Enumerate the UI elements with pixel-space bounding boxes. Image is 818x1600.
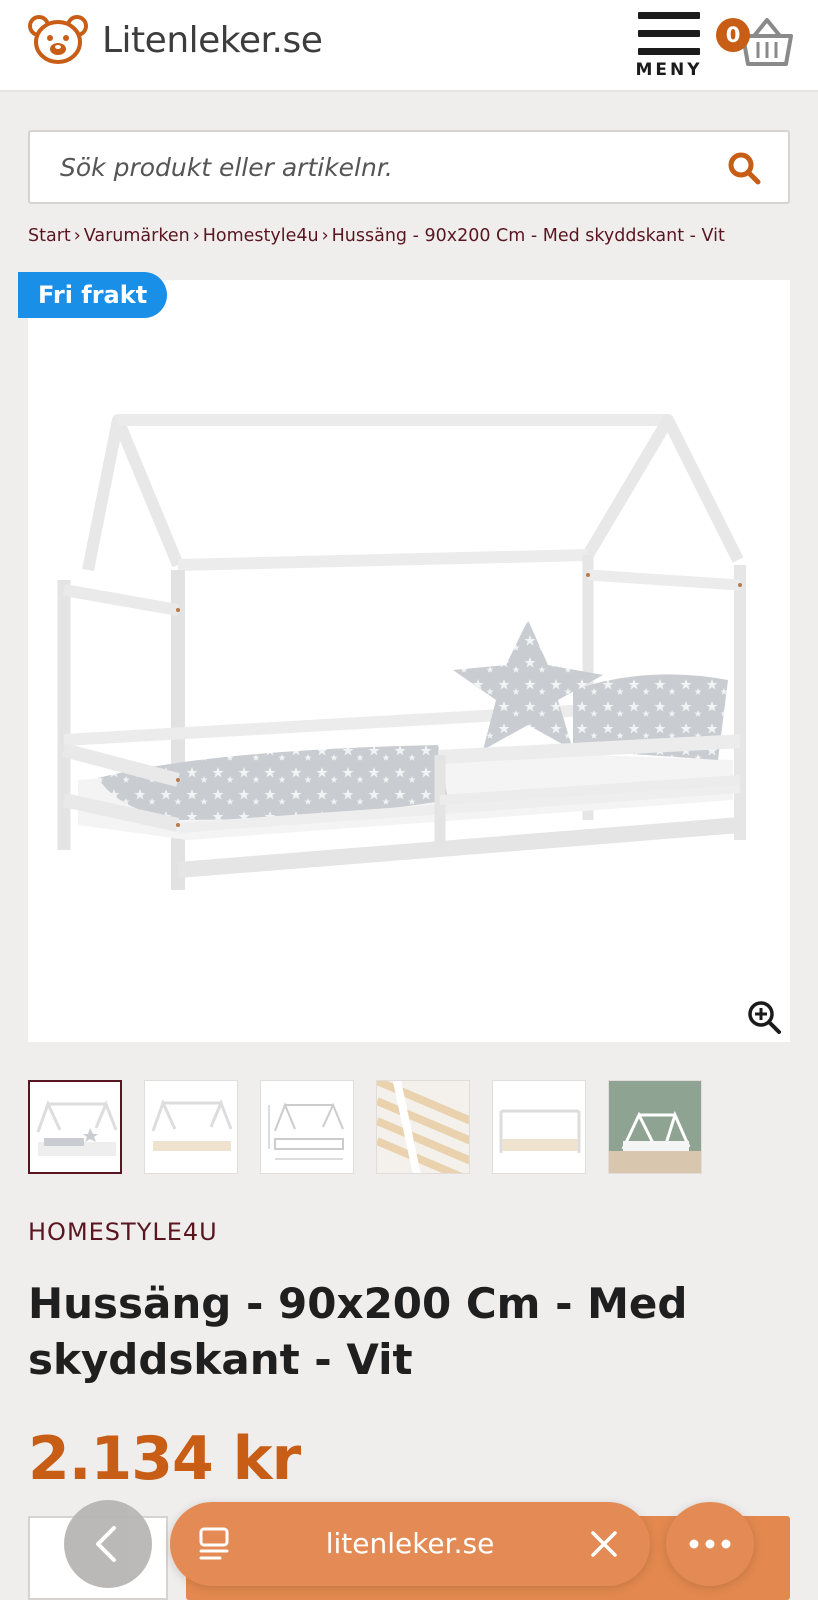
free-shipping-badge: Fri frakt	[18, 272, 168, 318]
teddy-bear-logo-icon	[28, 15, 88, 64]
breadcrumb-item-homestyle4u[interactable]: Homestyle4u	[203, 226, 319, 246]
zoom-in-icon[interactable]	[747, 1000, 781, 1034]
product-price: 2.134 kr	[28, 1424, 301, 1494]
thumbnail-1[interactable]	[28, 1080, 122, 1174]
browser-url-text: litenleker.se	[325, 1527, 495, 1560]
thumbnail-bed-slats-icon	[151, 1098, 233, 1151]
product-brand[interactable]: HOMESTYLE4U	[28, 1218, 218, 1246]
breadcrumb-separator: ›	[321, 226, 329, 246]
browser-more-button[interactable]	[666, 1502, 754, 1586]
breadcrumb-item-current[interactable]: Hussäng - 90x200 Cm - Med skyddskant - V…	[332, 226, 725, 246]
thumbnail-4[interactable]	[376, 1080, 470, 1174]
thumbnail-6[interactable]	[608, 1080, 702, 1174]
thumbnail-slats-closeup-icon	[377, 1081, 469, 1173]
product-main-image[interactable]	[28, 280, 790, 1042]
breadcrumb-item-start[interactable]: Start	[28, 226, 71, 246]
thumbnail-3[interactable]	[260, 1080, 354, 1174]
thumbnail-bed-side-icon	[499, 1109, 581, 1153]
house-bed-illustration	[57, 414, 746, 890]
breadcrumb: Start › Varumärken › Homestyle4u › Hussäng - 9…	[28, 226, 725, 246]
hamburger-icon	[638, 12, 700, 19]
search-input[interactable]	[60, 132, 680, 202]
thumbnail-bed-icon	[36, 1099, 118, 1156]
product-title: Hussäng - 90x200 Cm - Med skyddskant - V…	[28, 1279, 688, 1384]
hamburger-icon-bar	[638, 48, 700, 55]
hamburger-icon-bar	[638, 30, 700, 37]
thumbnail-2[interactable]	[144, 1080, 238, 1174]
site-logo[interactable]: Litenleker.se	[28, 14, 323, 66]
cart-count-badge: 0	[716, 18, 750, 52]
thumbnail-5[interactable]	[492, 1080, 586, 1174]
more-dots-icon	[689, 1539, 731, 1549]
close-icon[interactable]	[588, 1528, 620, 1560]
site-header: Litenleker.se MENY 0	[0, 0, 818, 92]
logo-text: Litenleker.se	[102, 19, 323, 61]
browser-address-bar[interactable]: litenleker.se	[170, 1502, 650, 1586]
breadcrumb-item-brands[interactable]: Varumärken	[84, 226, 190, 246]
search-icon[interactable]	[726, 150, 762, 186]
chevron-left-icon	[96, 1526, 116, 1562]
thumbnail-dimensions-icon	[268, 1102, 344, 1160]
search-bar	[28, 130, 790, 204]
browser-back-button[interactable]	[64, 1500, 152, 1588]
breadcrumb-separator: ›	[192, 226, 200, 246]
menu-button[interactable]: MENY	[634, 12, 704, 82]
thumbnail-room-photo-icon	[609, 1081, 701, 1173]
breadcrumb-separator: ›	[73, 226, 81, 246]
menu-label: MENY	[635, 60, 703, 80]
cart-button[interactable]: 0	[716, 14, 796, 74]
